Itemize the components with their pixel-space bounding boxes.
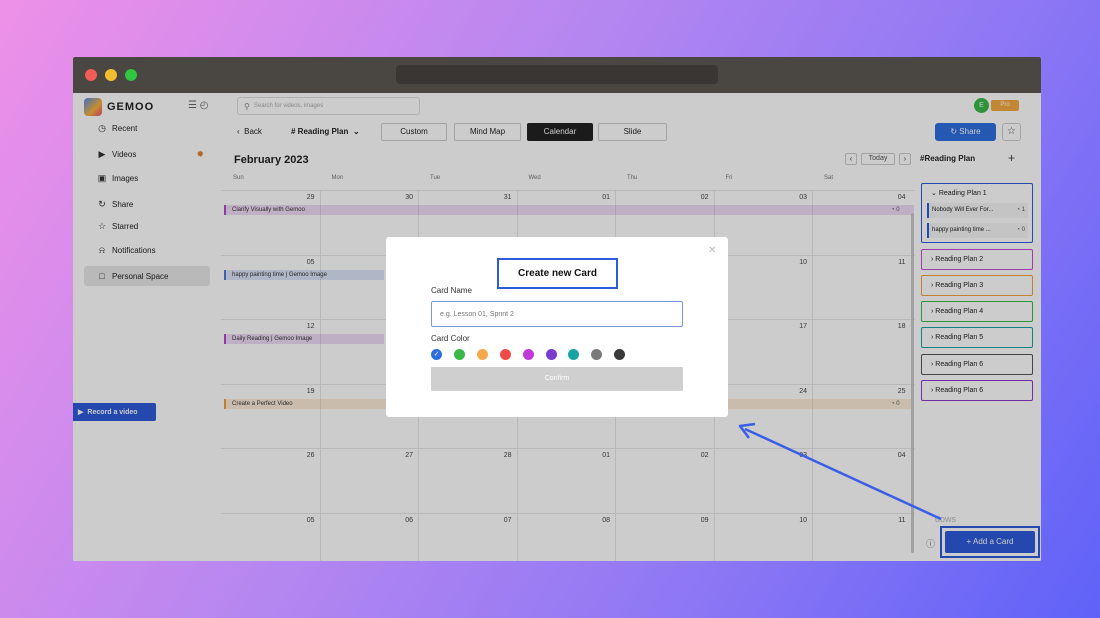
browser-window: GEMOO ☰ ◴ ◷ Recent ▶ Videos ✹ ▣ Images ↻ Share ☆ S… xyxy=(73,57,1041,561)
annotation-arrow xyxy=(738,422,942,521)
